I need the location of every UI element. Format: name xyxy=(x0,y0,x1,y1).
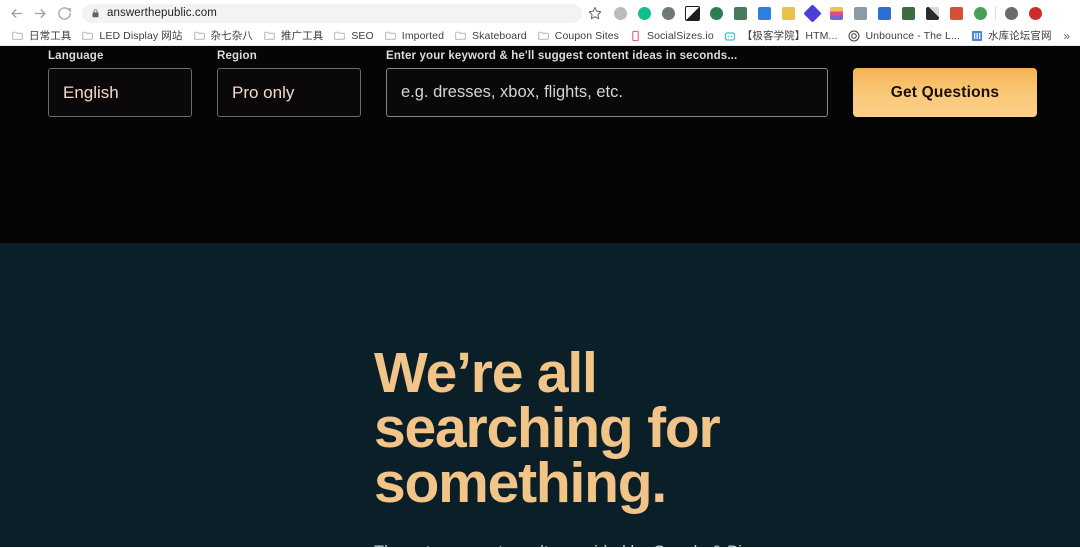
bookmarks-overflow-icon[interactable]: » xyxy=(1063,29,1074,43)
bookmark-label: SEO xyxy=(351,29,374,42)
get-questions-button[interactable]: Get Questions xyxy=(853,68,1037,117)
language-select[interactable]: English xyxy=(48,68,192,117)
region-field-group: Region Pro only xyxy=(217,50,361,117)
keyword-input[interactable]: e.g. dresses, xbox, flights, etc. xyxy=(386,68,828,117)
extension-green-cloud[interactable] xyxy=(968,1,992,25)
site-favicon xyxy=(629,29,642,42)
extension-pen[interactable] xyxy=(920,1,944,25)
language-field-group: Language English xyxy=(48,50,192,117)
bookmark-item[interactable]: 水库论坛官网 xyxy=(965,27,1057,45)
bookmark-item[interactable]: 日常工具 xyxy=(6,27,76,45)
extension-profile-avatar[interactable] xyxy=(999,1,1023,25)
region-label: Region xyxy=(217,50,257,62)
extensions-area xyxy=(608,1,1047,25)
bookmark-label: Imported xyxy=(401,29,445,42)
folder-icon xyxy=(454,29,467,42)
extension-paintbrush[interactable] xyxy=(776,1,800,25)
bookmark-item[interactable]: SocialSizes.io xyxy=(624,27,719,45)
extension-purple-diamond[interactable] xyxy=(800,1,824,25)
bookmark-item[interactable]: SEO xyxy=(328,27,378,45)
folder-icon xyxy=(263,29,276,42)
search-header: Language English Region Pro only Enter y… xyxy=(0,46,1080,243)
search-form: Language English Region Pro only Enter y… xyxy=(48,50,1037,117)
page-content: Language English Region Pro only Enter y… xyxy=(0,46,1080,547)
bookmark-item[interactable]: LED Display 网站 xyxy=(76,27,187,45)
region-select[interactable]: Pro only xyxy=(217,68,361,117)
extension-checker-square[interactable] xyxy=(680,1,704,25)
bookmark-item[interactable]: Unbounce - The L... xyxy=(842,27,965,45)
bookmarks-bar: 日常工具 LED Display 网站 杂七杂八 推广工具 SEO Import… xyxy=(0,26,1080,46)
extension-grey-shield[interactable] xyxy=(608,1,632,25)
bookmark-label: 推广工具 xyxy=(280,30,324,42)
folder-icon xyxy=(11,29,24,42)
bookmark-label: Skateboard xyxy=(472,29,527,42)
bookmark-label: 【极客学院】HTM... xyxy=(741,30,838,42)
reload-button[interactable] xyxy=(52,2,76,24)
site-favicon xyxy=(970,29,983,42)
hero-title: We’re all searching for something. xyxy=(374,341,721,515)
bookmark-label: SocialSizes.io xyxy=(647,29,714,42)
extension-person-badge[interactable] xyxy=(728,1,752,25)
bookmark-label: Coupon Sites xyxy=(554,29,620,42)
folder-icon xyxy=(537,29,550,42)
bookmark-item[interactable]: Imported xyxy=(379,27,449,45)
extension-chat-bubble[interactable] xyxy=(704,1,728,25)
folder-icon xyxy=(384,29,397,42)
hero-section: We’re all searching for something. The a… xyxy=(0,243,1080,547)
bookmark-label: Unbounce - The L... xyxy=(865,29,960,42)
extension-rainbow-grid[interactable] xyxy=(824,1,848,25)
extension-hand-pointer[interactable] xyxy=(848,1,872,25)
address-bar[interactable]: answerthepublic.com xyxy=(82,3,582,23)
bookmark-star-icon[interactable] xyxy=(584,2,606,24)
browser-chrome: answerthepublic.com 日常工具 LED Display 网站 … xyxy=(0,0,1080,46)
keyword-label: Enter your keyword & he'll suggest conte… xyxy=(386,50,738,62)
site-favicon xyxy=(724,29,737,42)
bookmark-label: 杂七杂八 xyxy=(210,30,253,42)
extension-blue-arrow[interactable] xyxy=(752,1,776,25)
bookmark-item[interactable]: 推广工具 xyxy=(258,27,328,45)
extension-green-bag[interactable] xyxy=(896,1,920,25)
folder-icon xyxy=(193,29,206,42)
toolbar-divider xyxy=(995,6,996,20)
language-label: Language xyxy=(48,50,104,62)
back-button[interactable] xyxy=(4,2,28,24)
folder-icon xyxy=(333,29,346,42)
extension-blue-doc[interactable] xyxy=(872,1,896,25)
forward-button[interactable] xyxy=(28,2,52,24)
folder-icon xyxy=(81,29,94,42)
extension-red-power[interactable] xyxy=(1023,1,1047,25)
browser-toolbar: answerthepublic.com xyxy=(0,0,1080,26)
bookmark-item[interactable]: 杂七杂八 xyxy=(188,27,258,45)
extension-red-pin[interactable] xyxy=(944,1,968,25)
extension-green-circle[interactable] xyxy=(632,1,656,25)
lock-icon xyxy=(91,8,100,19)
bookmark-item[interactable]: Skateboard xyxy=(449,27,532,45)
extension-camera[interactable] xyxy=(656,1,680,25)
bookmark-item[interactable]: Coupon Sites xyxy=(532,27,624,45)
keyword-field-group: Enter your keyword & he'll suggest conte… xyxy=(386,50,828,117)
bookmark-item[interactable]: 【极客学院】HTM... xyxy=(719,27,843,45)
bookmark-label: 水库论坛官网 xyxy=(988,30,1052,42)
hero-body-text: The auto suggest results provided by Goo… xyxy=(374,537,804,547)
bookmark-label: LED Display 网站 xyxy=(99,30,183,42)
bookmark-label: 日常工具 xyxy=(29,30,72,42)
site-favicon xyxy=(847,29,860,42)
address-bar-url: answerthepublic.com xyxy=(107,7,217,19)
